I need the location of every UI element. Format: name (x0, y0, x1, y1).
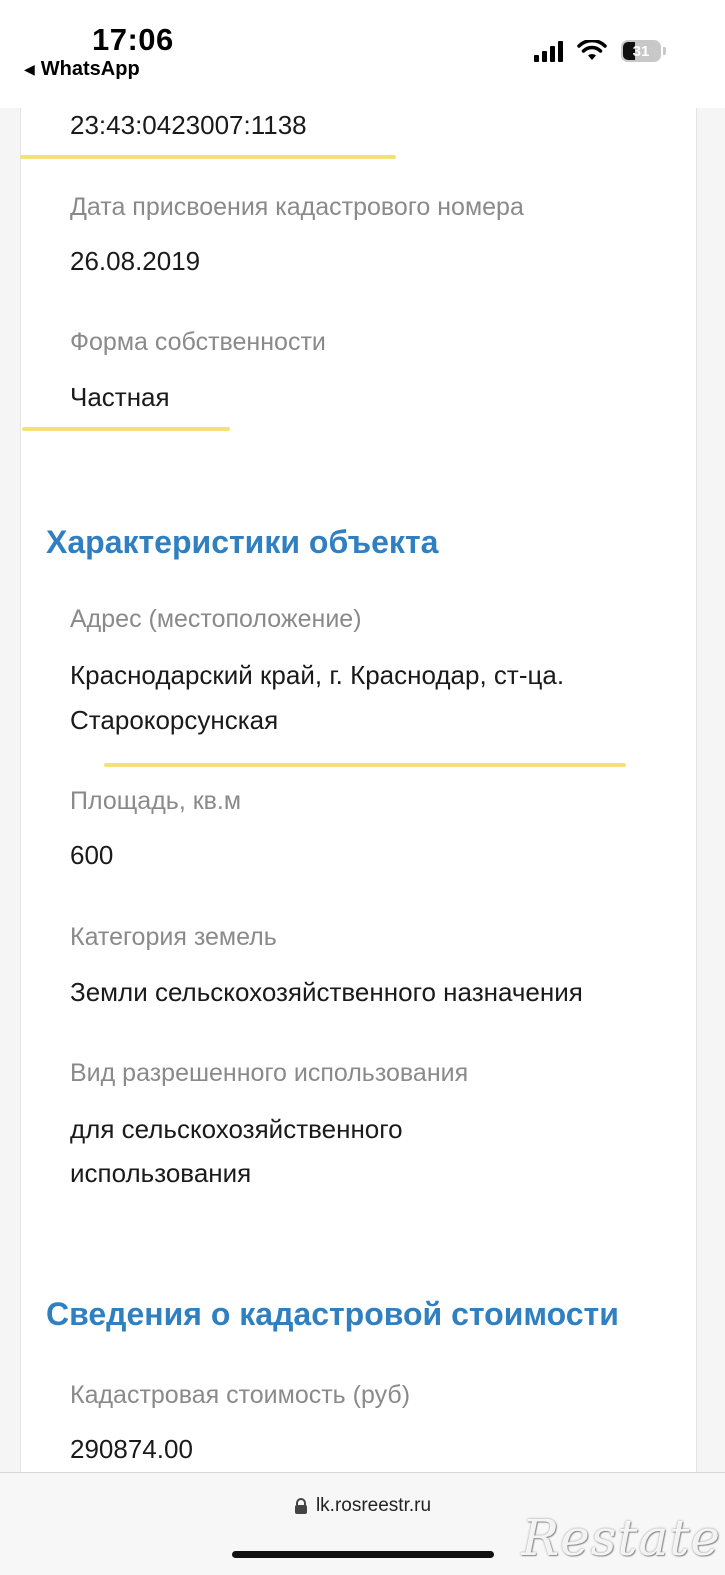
cellular-signal-icon (534, 40, 563, 62)
land-category-label: Категория земель (70, 923, 277, 951)
permitted-use-line-1: для сельскохозяйственного (70, 1114, 403, 1144)
characteristics-section-title: Характеристики объекта (46, 524, 439, 560)
area-value: 600 (70, 840, 114, 870)
back-to-app-button[interactable]: ◀ WhatsApp (24, 58, 140, 81)
assign-date-value: 26.08.2019 (70, 246, 201, 276)
wifi-icon (577, 40, 607, 60)
highlight-underline (20, 155, 396, 159)
land-category-value: Земли сельскохозяйственного назначения (70, 977, 583, 1007)
restate-watermark-logo: Restate (521, 1509, 721, 1567)
cadastral-value-amount: 290874.00 (70, 1434, 193, 1464)
back-app-label: WhatsApp (40, 58, 140, 80)
battery-icon: 31 (621, 40, 666, 62)
permitted-use-line-2: использования (70, 1158, 252, 1188)
address-line-2: Старокорсунская (70, 705, 279, 735)
cadastral-value-label: Кадастровая стоимость (руб) (70, 1381, 411, 1409)
address-line-1: Краснодарский край, г. Краснодар, ст-ца. (70, 660, 565, 690)
triangle-left-icon: ◀ (24, 61, 35, 77)
url-text: lk.rosreestr.ru (315, 1495, 432, 1516)
cadastral-number-value: 23:43:0423007:1138 (70, 110, 307, 140)
address-label: Адрес (местоположение) (70, 605, 362, 633)
lock-icon (294, 1497, 307, 1514)
ownership-value: Частная (70, 382, 170, 412)
cadastral-value-section-title: Сведения о кадастровой стоимости (46, 1296, 619, 1332)
area-label: Площадь, кв.м (70, 787, 242, 815)
browser-bottom-bar: lk.rosreestr.ru Restate (0, 1472, 725, 1575)
highlight-underline (104, 763, 626, 767)
assign-date-label: Дата присвоения кадастрового номера (70, 193, 524, 221)
battery-level: 31 (632, 42, 650, 60)
status-time: 17:06 (92, 22, 174, 57)
home-indicator[interactable] (232, 1551, 494, 1558)
permitted-use-label: Вид разрешенного использования (70, 1059, 469, 1087)
highlight-underline (22, 427, 230, 431)
status-bar: 17:06 ◀ WhatsApp 31 (0, 0, 725, 108)
ownership-label: Форма собственности (70, 328, 326, 356)
status-icons: 31 (534, 40, 666, 62)
